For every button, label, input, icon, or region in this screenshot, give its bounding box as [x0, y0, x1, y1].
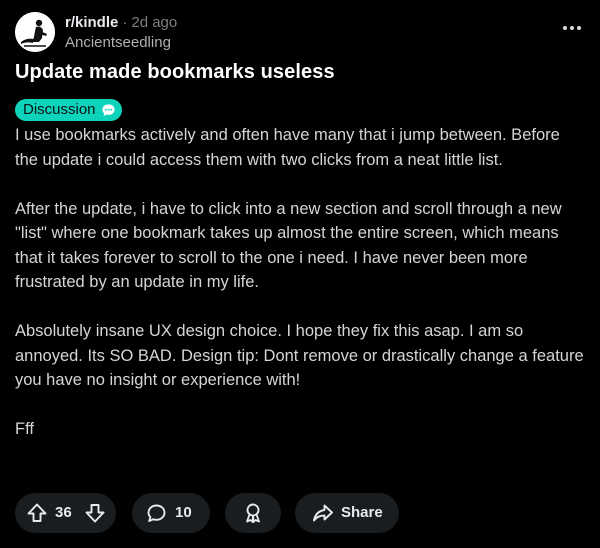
meta-separator: ·	[122, 14, 128, 31]
post-meta: r/kindle · 2d ago Ancientseedling	[65, 13, 177, 53]
body-paragraph: I use bookmarks actively and often have …	[15, 126, 560, 169]
comment-count: 10	[175, 504, 192, 521]
post-age: 2d ago	[131, 14, 178, 31]
more-options-icon[interactable]	[563, 26, 581, 32]
subreddit-name[interactable]: r/kindle	[65, 14, 118, 31]
post-flair[interactable]: Discussion	[15, 99, 122, 121]
post-author[interactable]: Ancientseedling	[65, 33, 177, 53]
more-dot	[563, 26, 567, 30]
vote-score: 36	[55, 504, 72, 521]
speech-bubble-icon	[101, 103, 115, 116]
body-paragraph: Absolutely insane UX design choice. I ho…	[15, 322, 584, 389]
comment-bubble-icon	[146, 503, 167, 524]
more-dot	[570, 26, 574, 30]
body-paragraph: Fff	[15, 420, 34, 438]
subreddit-avatar[interactable]	[15, 12, 55, 52]
comments-button[interactable]: 10	[132, 493, 210, 533]
share-arrow-icon	[312, 503, 334, 523]
post-body: I use bookmarks actively and often have …	[15, 123, 587, 466]
award-icon	[242, 502, 264, 524]
post-title[interactable]: Update made bookmarks useless	[15, 61, 335, 84]
kindle-logo-icon	[15, 12, 55, 52]
share-button[interactable]: Share	[295, 493, 399, 533]
body-paragraph: After the update, i have to click into a…	[15, 199, 562, 292]
share-label: Share	[341, 504, 383, 521]
more-dot	[577, 26, 581, 30]
vote-control: 36	[15, 493, 116, 533]
post-header: r/kindle · 2d ago Ancientseedling	[15, 12, 585, 52]
flair-label: Discussion	[23, 101, 96, 118]
meta-line: r/kindle · 2d ago	[65, 13, 177, 33]
upvote-arrow-icon[interactable]	[26, 502, 48, 524]
award-button[interactable]	[225, 493, 281, 533]
downvote-arrow-icon[interactable]	[84, 502, 106, 524]
